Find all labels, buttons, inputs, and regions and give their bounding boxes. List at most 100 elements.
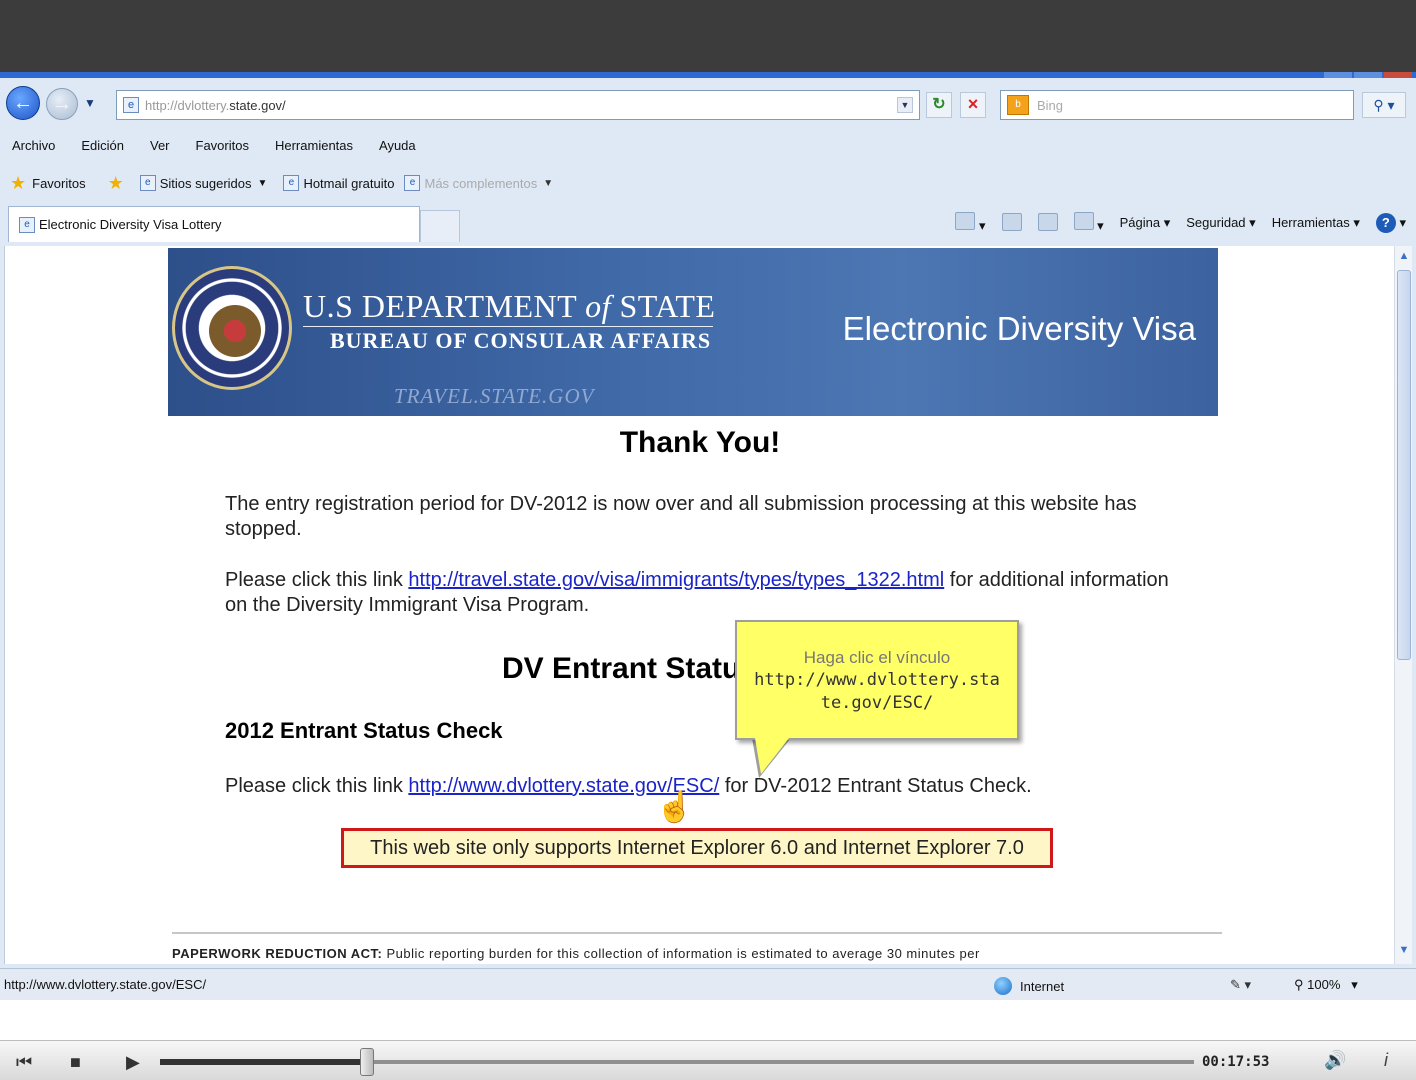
entrant-status-subheading: 2012 Entrant Status Check	[225, 718, 503, 743]
info-icon[interactable]: i	[1384, 1050, 1388, 1071]
feeds-button[interactable]	[1001, 212, 1022, 234]
help-button[interactable]: ? ▾	[1375, 213, 1406, 233]
status-url: http://www.dvlottery.state.gov/ESC/	[4, 977, 207, 992]
volume-icon[interactable]: 🔊	[1324, 1050, 1346, 1071]
status-bar: http://www.dvlottery.state.gov/ESC/ Inte…	[0, 968, 1416, 1000]
security-menu[interactable]: Seguridad ▾	[1186, 215, 1255, 231]
page-title: Thank You!	[619, 426, 781, 459]
address-bar[interactable]: e http://dvlottery. state.gov/ ▼	[116, 90, 920, 120]
print-button[interactable]: ▾	[1073, 212, 1104, 234]
chevron-down-icon: ▼	[543, 177, 554, 189]
bureau-name: BUREAU OF CONSULAR AFFAIRS	[330, 328, 712, 353]
forward-arrow-icon: →	[52, 92, 72, 115]
protected-mode-button[interactable]: ✎ ▾	[1230, 977, 1251, 993]
feeds-icon	[1001, 212, 1022, 231]
banner-title: Electronic Diversity Visa	[842, 310, 1196, 347]
seek-handle[interactable]	[359, 1048, 374, 1076]
eagle-icon	[209, 305, 261, 357]
stop-playback-button[interactable]: ■	[70, 1052, 81, 1073]
close-button[interactable]	[1384, 72, 1412, 78]
zoom-control[interactable]: ⚲ 100% ▾	[1294, 977, 1358, 993]
security-menu-label: Seguridad	[1186, 215, 1246, 230]
play-button[interactable]: ▶	[126, 1052, 140, 1073]
visa-info-link[interactable]: http://travel.state.gov/visa/immigrants/…	[408, 569, 944, 591]
back-arrow-icon: ←	[13, 91, 33, 114]
menu-ver[interactable]: Ver	[150, 138, 170, 153]
page-viewport: U.S DEPARTMENT of STATE BUREAU OF CONSUL…	[4, 246, 1394, 964]
bing-icon: b	[1007, 95, 1029, 115]
menu-bar: Archivo Edición Ver Favoritos Herramient…	[0, 132, 1416, 158]
skip-back-button[interactable]: ⏮	[16, 1052, 32, 1073]
callout-line-3: te.gov/ESC/	[820, 693, 934, 713]
forward-button[interactable]: →	[46, 88, 78, 120]
back-button[interactable]: ←	[6, 86, 40, 120]
favorites-star-icon: ★	[10, 172, 27, 193]
home-button[interactable]: ▾	[955, 212, 986, 234]
mail-icon	[1037, 212, 1058, 231]
chevron-down-icon: ▼	[257, 177, 268, 189]
ie-page-icon: e	[139, 175, 156, 191]
fav-sitios-label: Sitios sugeridos	[159, 175, 252, 191]
maximize-button[interactable]	[1354, 72, 1382, 78]
print-icon	[1073, 212, 1094, 230]
tab-active[interactable]: e Electronic Diversity Visa Lottery	[8, 206, 420, 242]
add-favorite-button[interactable]: ★	[108, 173, 130, 194]
tools-menu[interactable]: Herramientas ▾	[1272, 215, 1360, 231]
pra-text: Public reporting burden for this collect…	[382, 946, 980, 961]
favorites-button[interactable]: ★ Favoritos	[10, 173, 86, 194]
scroll-down-icon[interactable]: ▼	[1396, 944, 1412, 962]
dept-name-of: of	[585, 288, 611, 324]
section-divider	[172, 932, 1222, 934]
history-dropdown[interactable]: ▼	[84, 96, 96, 110]
menu-ayuda[interactable]: Ayuda	[379, 138, 416, 153]
search-icon: ⚲	[1373, 97, 1384, 113]
refresh-icon: ↻	[932, 96, 946, 113]
fav-hotmail-label: Hotmail gratuito	[303, 175, 395, 191]
paperwork-notice: PAPERWORK REDUCTION ACT: Public reportin…	[172, 946, 980, 961]
scroll-thumb[interactable]	[1397, 270, 1411, 660]
command-bar: ▾ ▾ Página ▾ Seguridad ▾ Herramientas ▾ …	[955, 212, 1406, 234]
favorites-bar: ★ Favoritos ★ e Sitios sugeridos ▼ e Hot…	[0, 166, 1416, 200]
ie-page-icon: e	[404, 175, 421, 191]
search-button[interactable]: ⚲ ▾	[1362, 92, 1406, 118]
globe-icon	[994, 977, 1012, 995]
address-dropdown[interactable]: ▼	[897, 97, 913, 113]
tab-title: Electronic Diversity Visa Lottery	[39, 217, 222, 232]
page-menu[interactable]: Página ▾	[1120, 215, 1171, 231]
seek-progress	[160, 1059, 367, 1065]
header-banner: U.S DEPARTMENT of STATE BUREAU OF CONSUL…	[168, 248, 1218, 416]
refresh-button[interactable]: ↻	[926, 92, 952, 118]
window-controls	[1324, 72, 1412, 78]
browser-support-warning: This web site only supports Internet Exp…	[341, 828, 1053, 868]
hand-cursor-icon: ☝	[656, 791, 694, 824]
ie-page-icon: e	[19, 216, 35, 233]
new-tab-button[interactable]	[420, 210, 460, 242]
fav-complementos-label: Más complementos	[424, 175, 538, 191]
esc-text-post: for DV-2012 Entrant Status Check.	[719, 775, 1032, 797]
menu-herramientas[interactable]: Herramientas	[275, 138, 353, 153]
page-menu-label: Página	[1119, 215, 1161, 230]
mail-button[interactable]	[1037, 212, 1058, 234]
minimize-button[interactable]	[1324, 72, 1352, 78]
seek-bar[interactable]	[160, 1059, 1194, 1065]
stop-button[interactable]: ×	[960, 92, 986, 118]
home-icon	[955, 212, 976, 230]
menu-favoritos[interactable]: Favoritos	[196, 138, 249, 153]
zoom-icon: ⚲	[1294, 977, 1304, 992]
scroll-up-icon[interactable]: ▲	[1396, 250, 1412, 268]
fav-sitios-sugeridos[interactable]: e Sitios sugeridos ▼	[139, 175, 268, 191]
fav-hotmail[interactable]: e Hotmail gratuito	[283, 175, 394, 191]
video-top-bar	[0, 0, 1416, 72]
menu-archivo[interactable]: Archivo	[12, 138, 55, 153]
tutorial-callout: Haga clic el vínculo http://www.dvlotter…	[735, 620, 1019, 740]
pra-label: PAPERWORK REDUCTION ACT:	[172, 946, 383, 961]
zoom-level: 100%	[1307, 977, 1341, 992]
url-host: state.gov/	[229, 97, 286, 113]
search-input[interactable]: b Bing	[1000, 90, 1354, 120]
tools-menu-label: Herramientas	[1271, 215, 1350, 230]
menu-edicion[interactable]: Edición	[81, 138, 124, 153]
fav-complementos[interactable]: e Más complementos ▼	[404, 175, 553, 191]
travel-state-link[interactable]: TRAVEL.STATE.GOV	[394, 384, 594, 409]
playback-time: 00:17:53	[1202, 1054, 1270, 1070]
vertical-scrollbar[interactable]: ▲ ▼	[1394, 246, 1412, 964]
